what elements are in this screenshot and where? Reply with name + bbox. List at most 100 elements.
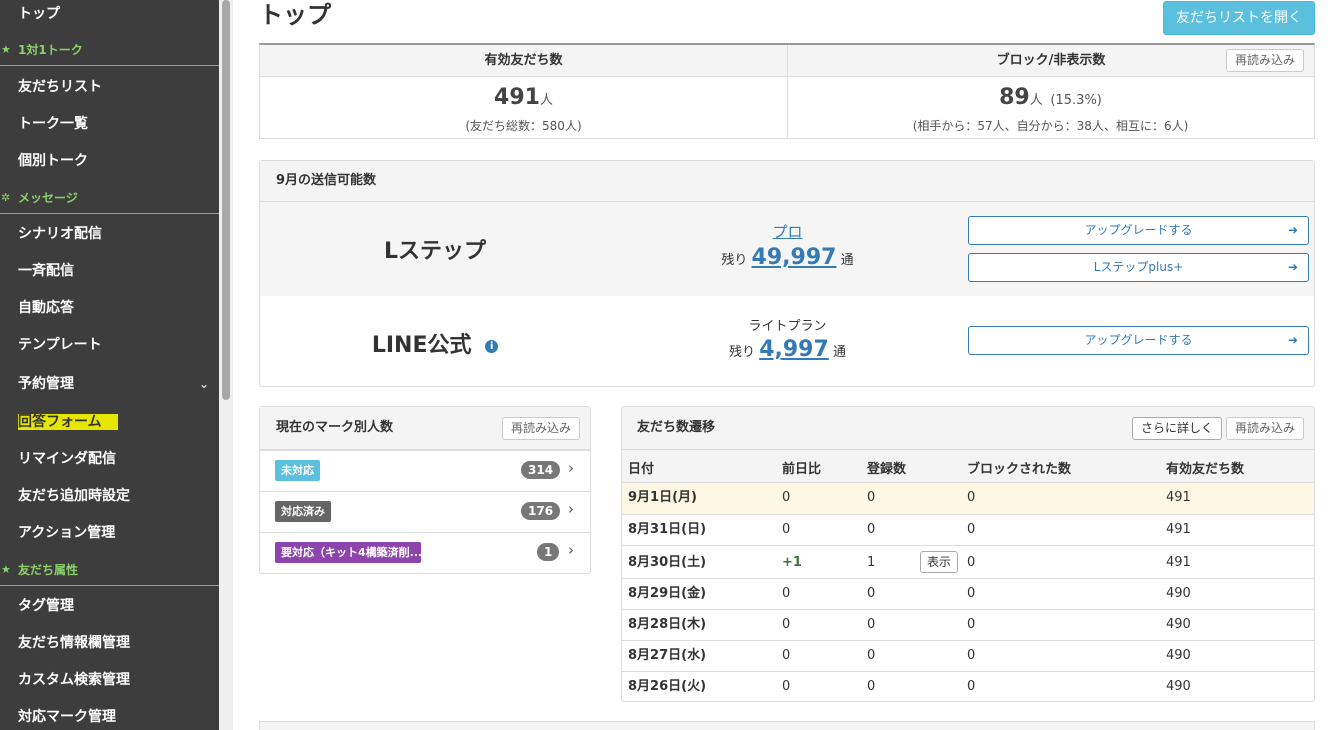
lstep-remaining-value[interactable]: 49,997 xyxy=(752,245,837,270)
lstep-plus-button[interactable]: Lステップplus+ ➜ xyxy=(968,253,1309,282)
block-count-value: 89 xyxy=(999,85,1030,110)
sidebar-item-reservation[interactable]: 予約管理 ⌄ xyxy=(0,366,219,403)
mark-count-badge: 1 xyxy=(537,543,560,561)
more-details-button[interactable]: さらに詳しく xyxy=(1132,417,1223,440)
row-registered: 1 xyxy=(867,555,876,570)
line-plan: ライトプラン xyxy=(748,319,827,334)
sidebar-item-template[interactable]: テンプレート xyxy=(0,327,219,364)
row-valid: 491 xyxy=(1166,490,1191,505)
row-registered: 0 xyxy=(867,490,876,505)
page-title: トップ xyxy=(259,1,331,29)
sidebar-item-action[interactable]: アクション管理 xyxy=(0,515,219,552)
sidebar-item-individual-talk[interactable]: 個別トーク xyxy=(0,143,219,180)
sidebar-item-label: トーク一覧 xyxy=(18,116,88,132)
lstep-plan-link[interactable]: プロ xyxy=(772,223,802,241)
col-date: 日付 xyxy=(628,462,655,477)
mark-row[interactable]: 未対応 314 › xyxy=(260,450,590,491)
col-valid: 有効友だち数 xyxy=(1166,462,1245,477)
sidebar-item-label: シナリオ配信 xyxy=(18,226,102,242)
remain-suffix: 通 xyxy=(840,253,854,268)
valid-friends-count: 491人 xyxy=(260,85,787,110)
chevron-right-icon: › xyxy=(568,541,574,559)
lstep-upgrade-button[interactable]: アップグレードする ➜ xyxy=(968,216,1309,245)
reload-stats-button[interactable]: 再読み込み xyxy=(1226,49,1305,72)
lstep-name: Lステップ xyxy=(383,239,487,264)
button-label: アップグレードする xyxy=(1084,223,1193,237)
mark-label-unhandled: 未対応 xyxy=(275,460,320,481)
info-icon[interactable]: i xyxy=(485,339,499,353)
line-remaining-value[interactable]: 4,997 xyxy=(759,337,829,362)
row-date: 8月27日(水) xyxy=(628,648,707,663)
sidebar-item-broadcast[interactable]: 一斉配信 xyxy=(0,253,219,290)
remain-suffix: 通 xyxy=(832,345,846,360)
lstep-remaining: 残り 49,997 通 xyxy=(660,245,915,270)
row-diff: 0 xyxy=(782,617,791,632)
block-count: 89人 (15.3%) xyxy=(787,85,1314,110)
valid-friends-header: 有効友だち数 xyxy=(260,45,787,77)
row-valid: 490 xyxy=(1166,679,1191,694)
line-official-name: LINE公式 i xyxy=(260,327,610,359)
sidebar-item-answer-form[interactable]: 回答フォーム xyxy=(0,404,219,441)
line-upgrade-button[interactable]: アップグレードする ➜ xyxy=(968,326,1309,355)
row-blocked: 0 xyxy=(967,617,976,632)
mark-row[interactable]: 要対応（キット4構築済削... 1 › xyxy=(260,532,590,573)
sidebar-item-label: 対応マーク管理 xyxy=(18,709,116,725)
sidebar-section-attributes: ★ 友だち属性 xyxy=(0,556,219,586)
sidebar-item-label: 回答フォーム xyxy=(18,414,118,430)
chevron-down-icon: ⌄ xyxy=(198,377,209,391)
arrow-right-icon: ➜ xyxy=(1287,223,1298,237)
row-valid: 490 xyxy=(1166,586,1191,601)
reload-trend-button[interactable]: 再読み込み xyxy=(1226,417,1305,440)
next-panel-edge xyxy=(259,721,1315,730)
sidebar-item-talk-list[interactable]: トーク一覧 xyxy=(0,106,219,143)
sidebar-item-label: タグ管理 xyxy=(18,598,74,614)
row-date: 8月31日(日) xyxy=(628,522,707,537)
block-breakdown-text: (相手から：57人、自分から：38人、相互に：6人) xyxy=(912,119,1189,133)
row-diff: 0 xyxy=(782,679,791,694)
view-button[interactable]: 表示 xyxy=(920,551,959,573)
row-blocked: 0 xyxy=(967,586,976,601)
sidebar-item-custom-search[interactable]: カスタム検索管理 xyxy=(0,662,219,699)
sidebar-item-label: 予約管理 xyxy=(18,376,74,392)
sidebar-item-marks[interactable]: 対応マーク管理 xyxy=(0,699,219,730)
line-official-label: LINE公式 xyxy=(371,333,472,358)
mark-row[interactable]: 対応済み 176 › xyxy=(260,491,590,532)
sidebar-item-tags[interactable]: タグ管理 xyxy=(0,588,219,625)
row-registered: 0 xyxy=(867,522,876,537)
sidebar-section-label: 友だち属性 xyxy=(18,563,79,577)
sidebar-item-info-fields[interactable]: 友だち情報欄管理 xyxy=(0,625,219,662)
col-blocked: ブロックされた数 xyxy=(967,462,1072,477)
mark-count-badge: 176 xyxy=(521,502,561,520)
lstep-plan: プロ xyxy=(660,221,915,242)
table-row: 8月26日(火) 0 0 0 490 xyxy=(622,671,1314,702)
sidebar-item-scenario[interactable]: シナリオ配信 xyxy=(0,216,219,253)
marks-panel: 現在のマーク別人数 再読み込み 未対応 314 › 対応済み 176 › 要対応… xyxy=(259,406,591,574)
table-row: 8月31日(日) 0 0 0 491 xyxy=(622,514,1314,545)
row-date: 8月30日(土) xyxy=(628,555,707,570)
reload-marks-button[interactable]: 再読み込み xyxy=(502,417,581,440)
open-friends-list-button[interactable]: 友だちリストを開く xyxy=(1163,1,1315,35)
row-valid: 490 xyxy=(1166,648,1191,663)
sidebar-item-top[interactable]: トップ xyxy=(0,0,219,33)
sidebar-item-label: 友だち情報欄管理 xyxy=(18,635,130,651)
row-blocked: 0 xyxy=(967,490,976,505)
col-registered: 登録数 xyxy=(867,462,907,477)
sidebar-item-friends-list[interactable]: 友だちリスト xyxy=(0,69,219,106)
sidebar-item-add-friend-settings[interactable]: 友だち追加時設定 xyxy=(0,478,219,515)
sidebar-item-reminder[interactable]: リマインダ配信 xyxy=(0,441,219,478)
row-date: 8月26日(火) xyxy=(628,679,707,694)
star-icon: ★ xyxy=(1,563,11,576)
mark-label-handled: 対応済み xyxy=(275,501,331,522)
send-capacity-panel: 9月の送信可能数 Lステップ プロ 残り 49,997 通 アップグレードする ➜… xyxy=(259,160,1315,387)
sidebar-item-auto-reply[interactable]: 自動応答 xyxy=(0,290,219,327)
unit-label: 人 xyxy=(539,93,553,108)
chevron-right-icon: › xyxy=(568,459,574,477)
row-diff: +1 xyxy=(782,555,802,570)
mark-count-badge: 314 xyxy=(521,461,561,479)
button-label: Lステップplus+ xyxy=(1093,260,1184,274)
broadcast-icon: ✲ xyxy=(1,191,11,204)
table-header-row: 日付 前日比 登録数 ブロックされた数 有効友だち数 xyxy=(622,450,1314,482)
sidebar-scrollbar-thumb[interactable] xyxy=(222,0,230,400)
sidebar-item-label: 自動応答 xyxy=(18,300,74,316)
table-row: 8月29日(金) 0 0 0 490 xyxy=(622,578,1314,609)
